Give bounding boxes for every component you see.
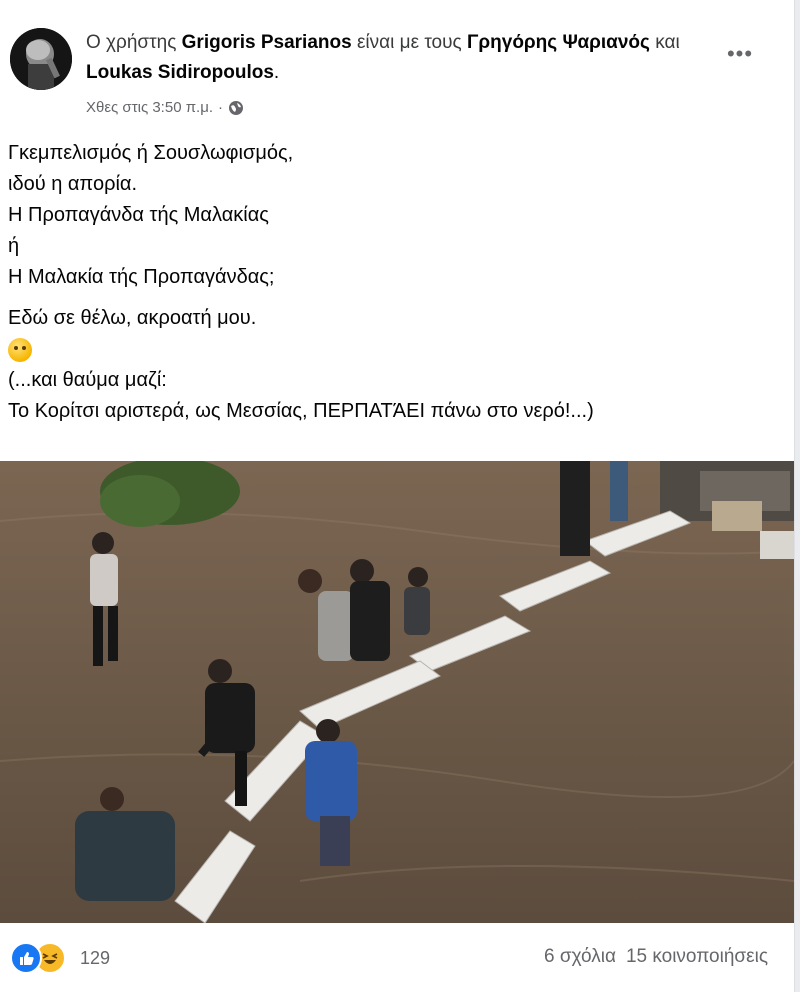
post-photo[interactable] [0, 461, 794, 923]
post-line-7: (...και θαύμα μαζί: [8, 369, 167, 391]
header-with-text: είναι με τους [356, 32, 462, 53]
tagged-user-1-link[interactable]: Γρηγόρης Ψαριανός [467, 32, 650, 53]
avatar-photo [10, 28, 72, 90]
post-line-8: Το Κορίτσι αριστερά, ως Μεσσίας, ΠΕΡΠΑΤΆ… [8, 400, 594, 422]
meta-separator: · [218, 99, 224, 116]
post-meta: Χθες στις 3:50 π.μ. · [86, 99, 244, 116]
header-end: . [273, 62, 280, 83]
post-footer: 129 6 σχόλια 15 κοινοποιήσεις [0, 928, 794, 988]
post-line-6: Εδώ σε θέλω, ακροατή μου. [8, 307, 257, 329]
facebook-post-card: Ο χρήστης Grigoris Psarianos είναι με το… [0, 0, 795, 992]
post-timestamp-link[interactable]: Χθες στις 3:50 π.μ. [86, 99, 213, 116]
post-line-4: ή [8, 235, 20, 257]
author-name-link[interactable]: Grigoris Psarianos [182, 32, 352, 53]
globe-icon[interactable] [228, 100, 244, 116]
comments-count-link[interactable]: 6 σχόλια [544, 946, 616, 968]
reactions-summary[interactable]: 129 [10, 942, 110, 974]
shares-count-link[interactable]: 15 κοινοποιήσεις [626, 946, 768, 968]
header-prefix: Ο χρήστης [86, 32, 177, 53]
more-options-button[interactable]: ••• [724, 43, 756, 65]
flooded-schoolyard-photo [0, 461, 794, 923]
post-line-3: Η Προπαγάνδα τής Μαλακίας [8, 204, 269, 226]
post-body: Γκεμπελισμός ή Σουσλωφισμός, ιδού η απορ… [8, 138, 778, 427]
post-line-2: ιδού η απορία. [8, 173, 138, 195]
post-line-1: Γκεμπελισμός ή Σουσλωφισμός, [8, 142, 294, 164]
reaction-count: 129 [80, 947, 111, 968]
tagged-user-2-link[interactable]: Loukas Sidiropoulos [86, 62, 274, 83]
post-line-5: Η Μαλακία τής Προπαγάνδας; [8, 266, 275, 288]
like-icon [10, 942, 42, 974]
thinking-face-emoji [8, 337, 32, 362]
post-header: Ο χρήστης Grigoris Psarianos είναι με το… [86, 28, 706, 88]
header-and-text: και [655, 32, 680, 53]
engagement-stats: 6 σχόλια 15 κοινοποιήσεις [544, 946, 768, 968]
author-avatar[interactable] [10, 28, 72, 90]
